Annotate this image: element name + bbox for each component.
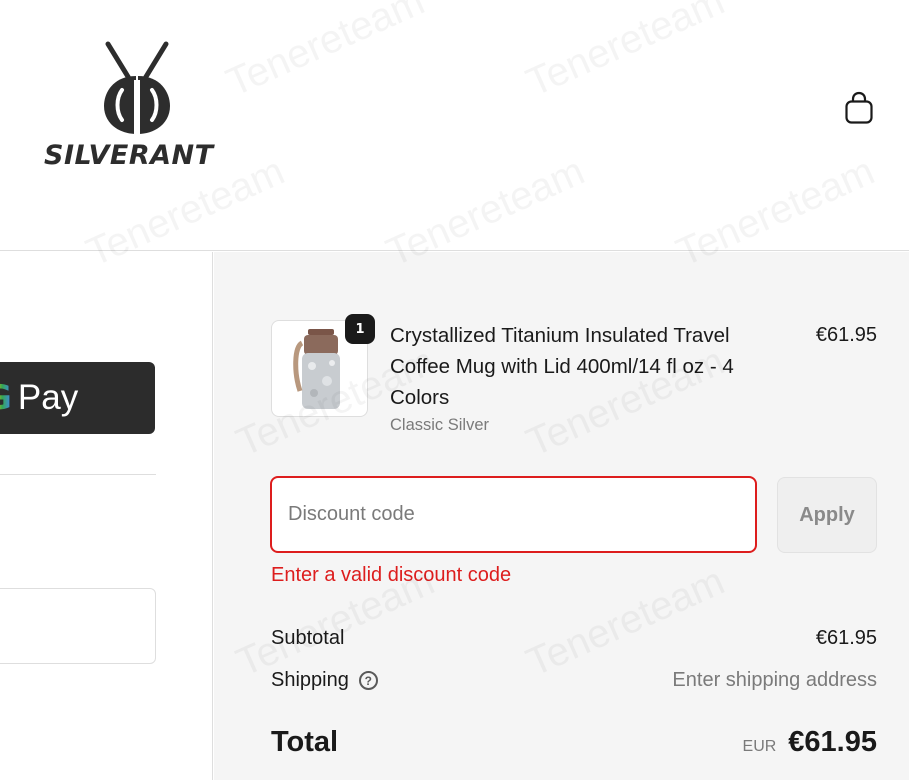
total-value: €61.95 [788, 726, 877, 758]
total-amount: EUR €61.95 [743, 726, 877, 759]
discount-error-message: Enter a valid discount code [271, 564, 512, 586]
shipping-label: Shipping [271, 669, 349, 691]
header: SILVERANT [0, 0, 909, 251]
google-g-icon: G [0, 378, 12, 418]
shopping-bag-icon [845, 91, 873, 124]
divider [0, 474, 156, 475]
email-field[interactable] [0, 588, 156, 664]
order-summary-panel: 1 Crystallized Titanium Insulated Travel… [214, 252, 909, 780]
apply-discount-button[interactable]: Apply [777, 477, 877, 553]
ant-logo-icon [104, 41, 170, 134]
product-variant: Classic Silver [390, 416, 490, 434]
product-price: €61.95 [815, 324, 877, 346]
discount-code-input[interactable] [270, 476, 757, 553]
currency-code: EUR [742, 738, 777, 755]
cart-button[interactable] [841, 89, 877, 127]
shipping-value: Enter shipping address [672, 669, 877, 691]
total-label: Total [271, 726, 339, 758]
brand-wordmark: SILVERANT [44, 140, 214, 171]
checkout-form-panel: G Pay [0, 252, 213, 780]
quantity-badge: 1 [345, 314, 375, 344]
google-pay-button[interactable]: G Pay [0, 362, 155, 434]
question-circle-icon[interactable]: ? [358, 671, 378, 690]
shipping-row-label: Shipping ? [271, 669, 378, 692]
product-name: Crystallized Titanium Insulated Travel C… [390, 324, 734, 409]
brand-logo[interactable]: SILVERANT [44, 40, 244, 180]
subtotal-label: Subtotal [271, 627, 345, 649]
google-pay-label: Pay [17, 378, 79, 417]
subtotal-value: €61.95 [815, 627, 877, 649]
